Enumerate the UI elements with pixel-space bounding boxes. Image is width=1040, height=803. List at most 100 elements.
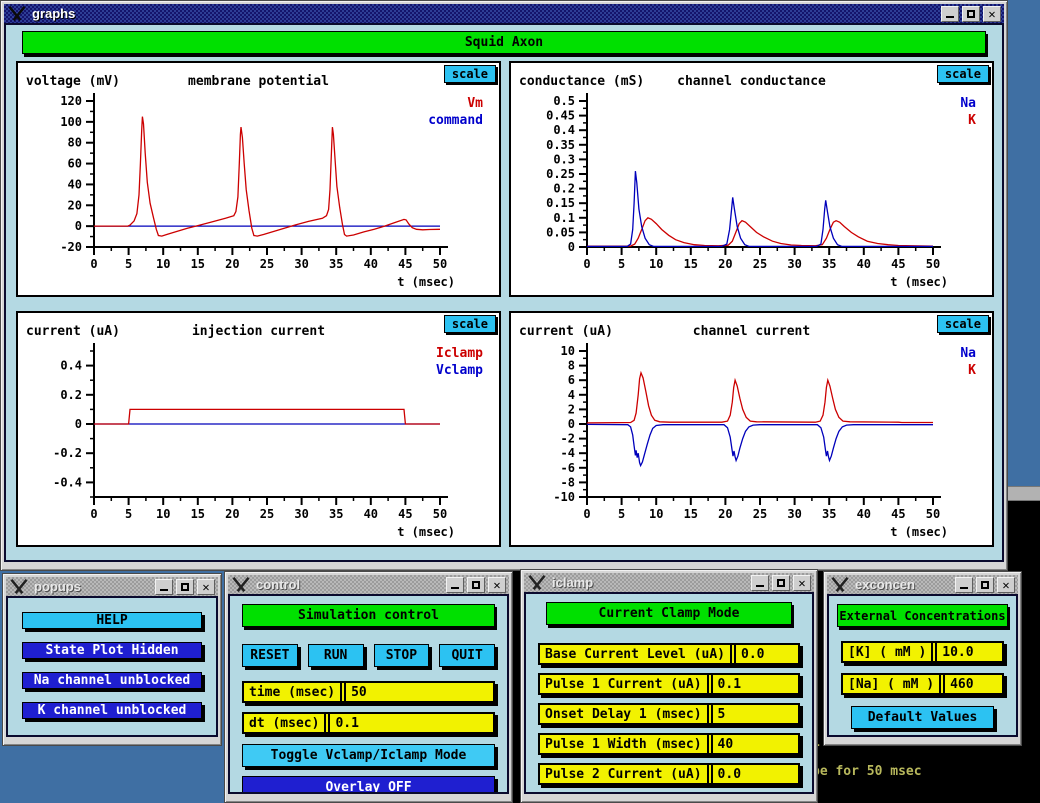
na-concentration-field: [Na] ( mM ) 460 — [841, 673, 1004, 695]
partial-field — [538, 793, 800, 794]
minimize-button[interactable] — [955, 577, 973, 593]
field-value[interactable]: 5 — [713, 705, 798, 723]
svg-text:30: 30 — [787, 257, 801, 271]
x11-logo-icon — [830, 577, 850, 592]
close-button[interactable]: ✕ — [488, 577, 506, 593]
close-button[interactable]: ✕ — [197, 579, 215, 595]
svg-text:20: 20 — [718, 257, 732, 271]
svg-text:35: 35 — [329, 507, 343, 521]
maximize-button[interactable] — [976, 577, 994, 593]
minimize-button[interactable] — [751, 575, 769, 591]
svg-text:20: 20 — [225, 507, 239, 521]
titlebar-iclamp[interactable]: iclamp ✕ — [524, 573, 814, 592]
titlebar-exconcen[interactable]: exconcen ✕ — [827, 575, 1018, 594]
field-value[interactable]: 40 — [713, 735, 798, 753]
maximize-button[interactable] — [467, 577, 485, 593]
svg-text:0.15: 0.15 — [546, 196, 575, 210]
svg-text:-0.4: -0.4 — [53, 475, 82, 489]
svg-text:25: 25 — [260, 257, 274, 271]
quit-button[interactable]: QUIT — [439, 644, 495, 667]
time-field-value[interactable]: 50 — [346, 683, 493, 701]
svg-text:10: 10 — [156, 257, 170, 271]
svg-text:4: 4 — [568, 388, 575, 402]
svg-text:30: 30 — [294, 257, 308, 271]
svg-text:-8: -8 — [561, 475, 575, 489]
close-button[interactable]: ✕ — [983, 6, 1001, 22]
reset-button[interactable]: RESET — [242, 644, 298, 667]
window-title: control — [256, 577, 300, 592]
dt-field-value[interactable]: 0.1 — [330, 714, 493, 732]
svg-text:35: 35 — [822, 257, 836, 271]
maximize-button[interactable] — [176, 579, 194, 595]
svg-text:0.4: 0.4 — [553, 123, 575, 137]
svg-text:-2: -2 — [561, 432, 575, 446]
svg-text:10: 10 — [649, 257, 663, 271]
maximize-button[interactable] — [772, 575, 790, 591]
maximize-button[interactable] — [962, 6, 980, 22]
simulation-control-banner: Simulation control — [242, 604, 495, 627]
overlay-button[interactable]: Overlay OFF — [242, 776, 495, 794]
svg-text:-4: -4 — [561, 446, 575, 460]
stop-button[interactable]: STOP — [374, 644, 430, 667]
svg-text:50: 50 — [926, 507, 940, 521]
x-axis-label: t (msec) — [397, 525, 455, 539]
scale-button[interactable]: scale — [937, 315, 989, 333]
default-values-button[interactable]: Default Values — [851, 706, 994, 729]
close-button[interactable]: ✕ — [793, 575, 811, 591]
titlebar-control[interactable]: control ✕ — [228, 575, 509, 594]
svg-text:80: 80 — [68, 136, 82, 150]
titlebar-graphs[interactable]: graphs ✕ — [4, 4, 1004, 23]
svg-text:30: 30 — [787, 507, 801, 521]
field-label: Pulse 2 Current (uA) — [540, 765, 707, 783]
onset-delay1-field: Onset Delay 1 (msec) 5 — [538, 703, 800, 725]
help-button[interactable]: HELP — [22, 612, 202, 629]
svg-text:0.35: 0.35 — [546, 138, 575, 152]
close-button[interactable]: ✕ — [997, 577, 1015, 593]
scale-button[interactable]: scale — [444, 65, 496, 83]
control-client: Simulation control RESET RUN STOP QUIT t… — [228, 594, 509, 794]
svg-text:35: 35 — [329, 257, 343, 271]
scale-button[interactable]: scale — [937, 65, 989, 83]
desktop: 1 be for 50 msec graphs ✕ Squid Axon vol… — [0, 0, 1040, 803]
minimize-button[interactable] — [446, 577, 464, 593]
run-button[interactable]: RUN — [308, 644, 364, 667]
graphs-client: Squid Axon voltage (mV) membrane potenti… — [4, 23, 1004, 562]
svg-text:45: 45 — [891, 257, 905, 271]
time-field-label: time (msec) — [244, 683, 340, 701]
graph-title: channel current — [571, 324, 932, 339]
svg-text:0.1: 0.1 — [553, 211, 575, 225]
svg-text:2: 2 — [568, 402, 575, 416]
svg-text:10: 10 — [561, 344, 575, 358]
field-value[interactable]: 0.0 — [713, 765, 798, 783]
toggle-clamp-mode-button[interactable]: Toggle Vclamp/Iclamp Mode — [242, 744, 495, 767]
minimize-button[interactable] — [941, 6, 959, 22]
svg-text:5: 5 — [618, 257, 625, 271]
field-value[interactable]: 0.0 — [736, 645, 798, 663]
x11-logo-icon — [231, 577, 251, 592]
pulse2-current-field: Pulse 2 Current (uA) 0.0 — [538, 763, 800, 785]
field-label: Base Current Level (uA) — [540, 645, 730, 663]
minimize-button[interactable] — [155, 579, 173, 595]
field-value[interactable]: 460 — [945, 675, 1002, 693]
na-channel-block-button[interactable]: Na channel unblocked — [22, 672, 202, 689]
svg-text:-20: -20 — [60, 240, 82, 254]
field-label: [Na] ( mM ) — [843, 675, 939, 693]
state-plot-button[interactable]: State Plot Hidden — [22, 642, 202, 659]
svg-text:20: 20 — [68, 198, 82, 212]
exconcen-client: External Concentrations [K] ( mM ) 10.0 … — [827, 594, 1018, 737]
svg-text:0: 0 — [568, 240, 575, 254]
terminal-text: be for 50 msec — [812, 764, 922, 779]
scale-button[interactable]: scale — [444, 315, 496, 333]
titlebar-popups[interactable]: popups ✕ — [6, 577, 218, 596]
field-value[interactable]: 0.1 — [713, 675, 798, 693]
current-clamp-banner: Current Clamp Mode — [546, 602, 792, 625]
field-value[interactable]: 10.0 — [937, 643, 1002, 661]
squid-axon-banner: Squid Axon — [22, 31, 986, 54]
k-channel-block-button[interactable]: K channel unblocked — [22, 702, 202, 719]
xterm-grip[interactable] — [1006, 486, 1040, 501]
k-concentration-field: [K] ( mM ) 10.0 — [841, 641, 1004, 663]
svg-text:50: 50 — [433, 257, 447, 271]
svg-text:50: 50 — [433, 507, 447, 521]
pulse1-current-field: Pulse 1 Current (uA) 0.1 — [538, 673, 800, 695]
graph-injection-current: current (uA) injection current scale Icl… — [16, 311, 501, 547]
